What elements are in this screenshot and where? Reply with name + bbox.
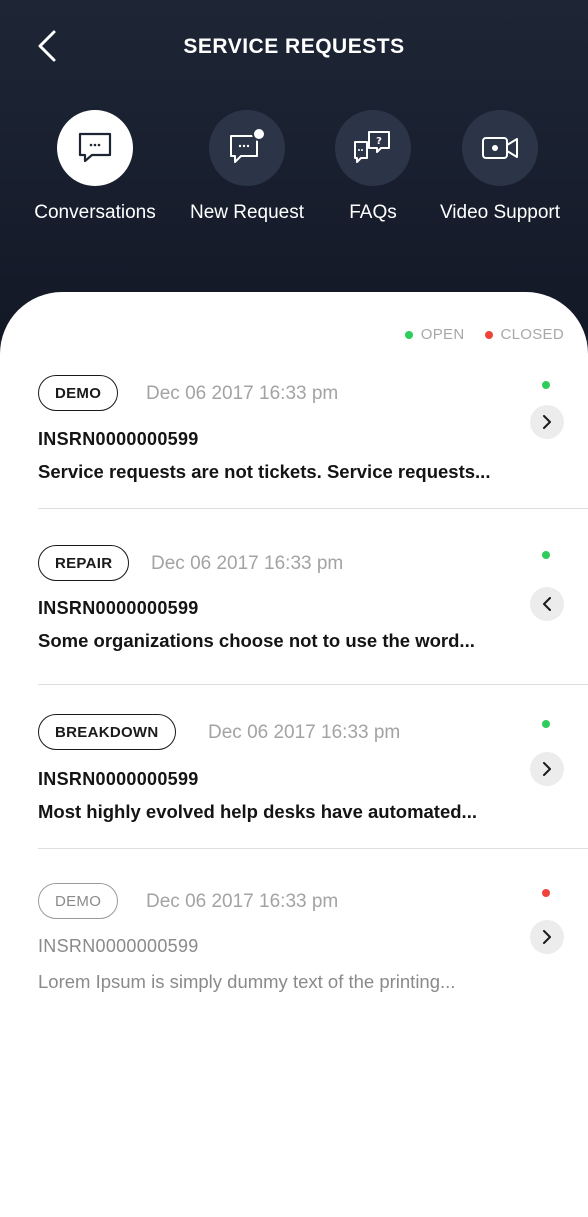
closed-legend-dot — [484, 330, 493, 339]
closed-legend-label: CLOSED — [500, 326, 564, 343]
nav-new-request-circle — [209, 110, 285, 186]
request-card[interactable]: DEMO Dec 06 2017 16:33 pm INSRN000000059… — [0, 375, 588, 482]
open-request-button[interactable] — [530, 752, 564, 786]
request-description: Most highly evolved help desks have auto… — [38, 801, 477, 822]
request-description: Lorem Ipsum is simply dummy text of the … — [38, 971, 456, 992]
open-legend-dot — [404, 330, 413, 339]
chevron-right-icon — [543, 930, 551, 944]
status-dot-open — [542, 551, 550, 559]
request-card[interactable]: BREAKDOWN Dec 06 2017 16:33 pm INSRN0000… — [0, 714, 588, 822]
category-badge: DEMO — [38, 375, 119, 411]
status-dot-open — [542, 381, 550, 389]
card-divider — [38, 684, 588, 685]
collapse-request-button[interactable] — [530, 587, 564, 621]
request-date: Dec 06 2017 16:33 pm — [151, 553, 344, 574]
card-divider — [38, 508, 588, 509]
request-card[interactable]: REPAIR Dec 06 2017 16:33 pm INSRN0000000… — [0, 545, 588, 651]
header: SERVICE REQUESTS Conversations New Reque… — [0, 0, 588, 340]
status-dot-closed — [542, 889, 550, 897]
category-badge: REPAIR — [38, 545, 130, 581]
request-number: INSRN0000000599 — [38, 936, 199, 956]
faq-bubbles-icon: ? — [354, 131, 390, 163]
status-dot-open — [542, 720, 550, 728]
nav-video-support-label: Video Support — [439, 202, 561, 223]
nav-conversations[interactable]: Conversations — [20, 110, 170, 224]
chat-bubble-icon — [78, 132, 112, 163]
new-message-icon — [230, 128, 266, 163]
request-number: INSRN0000000599 — [38, 598, 199, 618]
category-badge: DEMO — [38, 883, 119, 919]
request-description: Some organizations choose not to use the… — [38, 630, 475, 651]
nav-video-support[interactable]: Video Support — [425, 110, 575, 224]
nav-video-support-circle — [462, 110, 538, 186]
status-legend: OPEN CLOSED — [404, 326, 564, 343]
top-nav: Conversations New Request ? FAQs Video S… — [0, 110, 588, 240]
page-title: SERVICE REQUESTS — [183, 35, 405, 58]
open-request-button[interactable] — [530, 405, 564, 439]
nav-faqs-circle: ? — [335, 110, 411, 186]
nav-conversations-circle — [57, 110, 133, 186]
request-date: Dec 06 2017 16:33 pm — [208, 722, 401, 743]
chevron-right-icon — [543, 415, 551, 429]
category-badge: BREAKDOWN — [38, 714, 176, 750]
request-date: Dec 06 2017 16:33 pm — [146, 383, 339, 404]
request-description: Service requests are not tickets. Servic… — [38, 461, 491, 482]
svg-text:?: ? — [376, 136, 382, 147]
requests-sheet: OPEN CLOSED DEMO Dec 06 2017 16:33 pm IN… — [0, 292, 588, 1217]
chevron-right-icon — [543, 762, 551, 776]
request-number: INSRN0000000599 — [38, 429, 199, 449]
open-legend-label: OPEN — [420, 326, 465, 343]
open-request-button[interactable] — [530, 920, 564, 954]
card-divider — [38, 848, 588, 849]
video-camera-icon — [482, 137, 518, 159]
request-number: INSRN0000000599 — [38, 769, 199, 789]
request-date: Dec 06 2017 16:33 pm — [146, 891, 339, 912]
chevron-left-icon — [543, 597, 551, 611]
request-card[interactable]: DEMO Dec 06 2017 16:33 pm INSRN000000059… — [0, 883, 588, 992]
nav-conversations-label: Conversations — [34, 202, 156, 223]
